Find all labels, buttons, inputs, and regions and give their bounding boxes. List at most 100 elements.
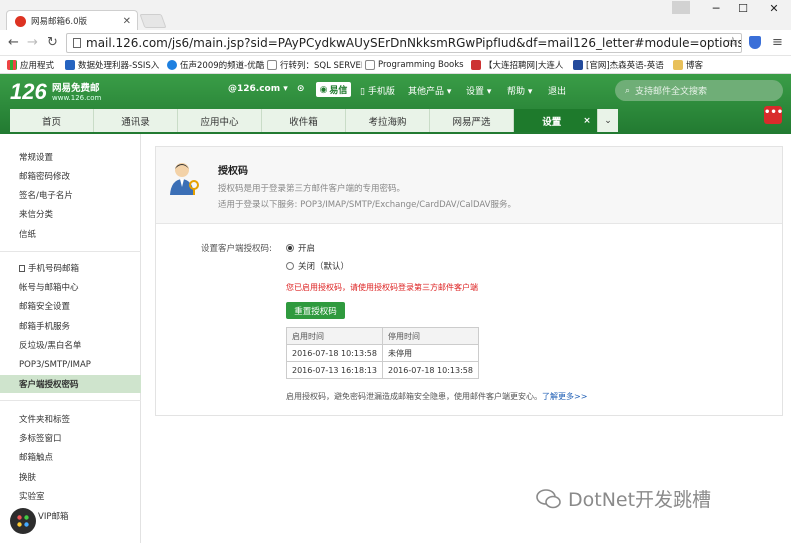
radio-unchecked-icon[interactable] bbox=[286, 262, 294, 270]
sidebar-item[interactable]: 多标签窗口 bbox=[0, 429, 141, 447]
column-header: 启用时间 bbox=[286, 327, 383, 345]
bookmark-item[interactable]: Programming Books bbox=[362, 59, 468, 70]
bookmark-item[interactable]: [官网]杰森英语-英语 bbox=[570, 59, 670, 71]
bookmark-item[interactable]: 【大连招聘网|大连人 bbox=[468, 59, 570, 71]
tab-kaola[interactable]: 考拉海购 bbox=[346, 109, 430, 132]
top-link-mobile[interactable]: ▯ 手机版 bbox=[360, 84, 395, 97]
apps-grid-icon bbox=[7, 59, 17, 70]
bookmark-apps[interactable]: 应用程式 bbox=[4, 59, 62, 71]
radio-checked-icon[interactable] bbox=[286, 244, 294, 252]
browser-tab[interactable]: 网易邮箱6.0版 ✕ bbox=[6, 10, 138, 31]
bookmark-item[interactable]: 伍声2009的频道-优酷 bbox=[164, 59, 264, 71]
sidebar-item[interactable]: 签名/电子名片 bbox=[0, 186, 141, 204]
apps-icon bbox=[17, 515, 29, 527]
tab-app-center[interactable]: 应用中心 bbox=[178, 109, 262, 132]
enabled-warning: 您已启用授权码，请使用授权码登录第三方邮件客户端 bbox=[286, 283, 478, 292]
folder-icon bbox=[673, 59, 683, 70]
bookmark-folder[interactable]: 博客 bbox=[670, 59, 730, 71]
table-cell: 未停用 bbox=[382, 344, 479, 362]
bookmark-star-icon[interactable]: ☆ bbox=[727, 35, 739, 50]
address-toolbar: ← → ↻ mail.126.com/js6/main.jsp?sid=PAyP… bbox=[0, 30, 791, 56]
reset-auth-code-button[interactable]: 重置授权码 bbox=[286, 302, 345, 319]
window-close-icon[interactable]: ✕ bbox=[761, 2, 787, 20]
tab-title: 网易邮箱6.0版 bbox=[31, 17, 88, 27]
phone-icon: ▯ bbox=[360, 87, 365, 97]
bookmarks-bar: 应用程式 数据处理利器-SSIS入 伍声2009的频道-优酷 行转列：SQL S… bbox=[0, 56, 791, 74]
sidebar-item[interactable]: 邮箱手机服务 bbox=[0, 317, 141, 335]
settings-sidebar: 常规设置 邮箱密码修改 签名/电子名片 来信分类 信纸 手机号码邮箱 帐号与邮箱… bbox=[0, 134, 141, 543]
table-row: 2016-07-18 10:13:58 未停用 bbox=[286, 344, 479, 362]
app-launcher-button[interactable] bbox=[10, 508, 36, 534]
sidebar-item[interactable]: 手机号码邮箱 bbox=[0, 259, 141, 277]
dropdown-icon: ▾ bbox=[283, 84, 288, 94]
bookmark-favicon-icon bbox=[573, 59, 583, 70]
tabs-more-icon[interactable]: ⌄ bbox=[598, 109, 618, 132]
top-link-settings[interactable]: 设置 ▾ bbox=[466, 84, 491, 97]
reload-icon[interactable]: ↻ bbox=[47, 35, 58, 50]
sidebar-item[interactable]: 信纸 bbox=[0, 225, 141, 243]
sidebar-divider bbox=[0, 400, 141, 401]
sidebar-item[interactable]: 帐号与邮箱中心 bbox=[0, 278, 141, 296]
sidebar-item[interactable]: 邮箱安全设置 bbox=[0, 297, 141, 315]
user-key-icon bbox=[170, 163, 199, 195]
sidebar-item[interactable]: POP3/SMTP/IMAP bbox=[0, 356, 141, 374]
table-header-row: 启用时间 停用时间 bbox=[286, 327, 479, 345]
sidebar-divider bbox=[0, 251, 141, 252]
page-icon bbox=[267, 59, 277, 70]
sidebar-item[interactable]: 来信分类 bbox=[0, 205, 141, 223]
sidebar-item[interactable]: 邮箱触点 bbox=[0, 448, 141, 466]
adblock-icon[interactable] bbox=[749, 36, 761, 49]
top-link-products[interactable]: 其他产品 ▾ bbox=[408, 84, 451, 97]
logo-url: www.126.com bbox=[52, 94, 102, 102]
tab-home[interactable]: 首页 bbox=[10, 109, 94, 132]
bookmark-favicon-icon bbox=[471, 59, 481, 70]
bookmark-item[interactable]: 数据处理利器-SSIS入 bbox=[62, 59, 164, 71]
mail-logo[interactable]: 126 bbox=[10, 79, 47, 105]
bookmark-item[interactable]: 行转列：SQL SERVER bbox=[264, 59, 362, 71]
sidebar-item[interactable]: 邮箱密码修改 bbox=[0, 167, 141, 185]
more-menu-button[interactable]: ••• bbox=[764, 106, 783, 124]
top-link-help[interactable]: 帮助 ▾ bbox=[507, 84, 532, 97]
sidebar-item[interactable]: 常规设置 bbox=[0, 148, 141, 166]
sidebar-item[interactable]: 换肤 bbox=[0, 468, 141, 486]
address-bar[interactable]: mail.126.com/js6/main.jsp?sid=PAyPCydkwA… bbox=[66, 33, 742, 53]
radio-enable[interactable]: 开启 bbox=[286, 242, 315, 254]
tab-inbox[interactable]: 收件箱 bbox=[262, 109, 346, 132]
sidebar-item[interactable]: 文件夹和标签 bbox=[0, 410, 141, 428]
top-link-logout[interactable]: 退出 bbox=[548, 84, 566, 97]
tab-contacts[interactable]: 通讯录 bbox=[94, 109, 178, 132]
wechat-icon bbox=[536, 488, 561, 508]
sidebar-item-client-auth[interactable]: 客户端授权密码 bbox=[0, 375, 141, 393]
minimize-icon[interactable]: ─ bbox=[703, 2, 729, 20]
settings-icon[interactable]: ⊙ bbox=[297, 84, 305, 94]
account-name[interactable]: @126.com ▾ ⊙ bbox=[228, 84, 304, 94]
tab-yanxuan[interactable]: 网易严选 bbox=[430, 109, 514, 132]
column-header: 停用时间 bbox=[382, 327, 479, 345]
yixin-icon: ◉ bbox=[319, 84, 328, 95]
new-tab-button[interactable] bbox=[139, 14, 167, 28]
footer-text: 启用授权码，避免密码泄漏造成邮箱安全隐患，使用邮件客户端更安心。 bbox=[286, 392, 542, 401]
sidebar-item[interactable]: 实验室 bbox=[0, 487, 141, 505]
profile-icon[interactable] bbox=[672, 1, 690, 14]
forward-icon[interactable]: → bbox=[27, 35, 38, 50]
back-icon[interactable]: ← bbox=[8, 35, 19, 50]
description-line: 适用于登录以下服务: POP3/IMAP/SMTP/Exchange/CardD… bbox=[218, 200, 516, 210]
sidebar-item[interactable]: 反垃圾/黑白名单 bbox=[0, 336, 141, 354]
main-nav-tabs: 首页 通讯录 应用中心 收件箱 考拉海购 网易严选 设置 × ⌄ bbox=[10, 109, 618, 132]
description-line: 授权码是用于登录第三方邮件客户端的专用密码。 bbox=[218, 184, 406, 194]
tab-close-icon[interactable]: × bbox=[583, 116, 591, 126]
menu-icon[interactable]: ≡ bbox=[772, 35, 783, 50]
table-cell: 2016-07-18 10:13:58 bbox=[286, 344, 383, 362]
search-icon: ⌕ bbox=[625, 85, 631, 96]
yixin-button[interactable]: ◉ 易信 bbox=[316, 82, 351, 97]
auth-code-panel: 授权码 授权码是用于登录第三方邮件客户端的专用密码。 适用于登录以下服务: PO… bbox=[155, 146, 783, 416]
tab-close-icon[interactable]: ✕ bbox=[123, 16, 131, 27]
browser-titlebar: 网易邮箱6.0版 ✕ ─ ☐ ✕ bbox=[0, 0, 791, 31]
radio-disable[interactable]: 关闭（默认） bbox=[286, 260, 349, 272]
mail-search-input[interactable]: ⌕ 支持邮件全文搜索 bbox=[615, 80, 783, 101]
learn-more-link[interactable]: 了解更多>> bbox=[542, 392, 587, 401]
maximize-icon[interactable]: ☐ bbox=[730, 2, 756, 20]
bookmark-favicon-icon bbox=[65, 59, 75, 70]
tab-settings[interactable]: 设置 × bbox=[514, 109, 598, 132]
table-row: 2016-07-13 16:18:13 2016-07-18 10:13:58 bbox=[286, 361, 479, 379]
